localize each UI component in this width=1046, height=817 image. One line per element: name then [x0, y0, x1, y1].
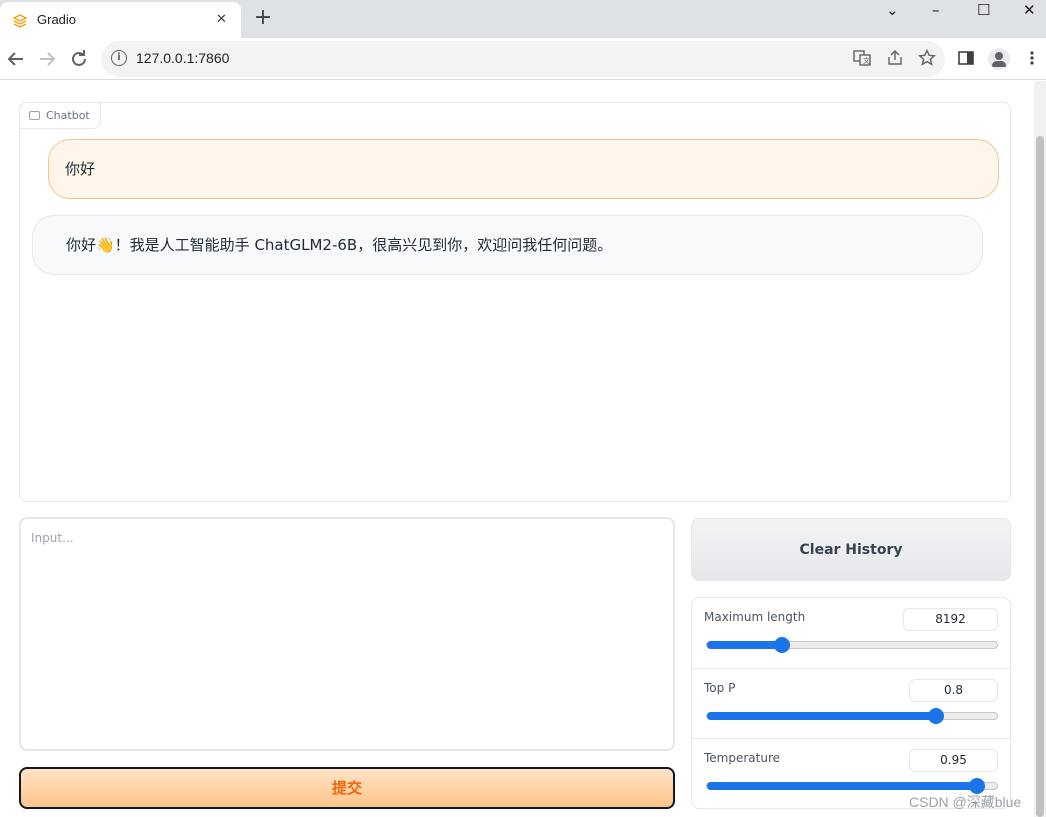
chatbot-label: Chatbot — [19, 102, 101, 129]
chatbot-panel: Chatbot 你好 你好👋！我是人工智能助手 ChatGLM2-6B，很高兴见… — [19, 102, 1011, 502]
scrollbar-thumb[interactable] — [1036, 136, 1044, 817]
url-text[interactable]: 127.0.0.1:7860 — [136, 50, 229, 66]
gradio-logo-icon — [13, 14, 27, 28]
address-bar: i 127.0.0.1:7860 文 — [0, 38, 1046, 80]
slider-row-max-length: Maximum length 8192 — [692, 598, 1010, 668]
tab-search-icon[interactable]: ⌄ — [886, 0, 899, 20]
browser-tab-bar: Gradio ✕ + ⌄ – ☐ ✕ — [0, 0, 1046, 38]
slider-row-top-p: Top P 0.8 — [692, 668, 1010, 738]
minimize-icon[interactable]: – — [932, 0, 940, 20]
chat-bubble-icon — [29, 111, 40, 120]
slider-label: Maximum length — [704, 610, 806, 624]
forward-arrow-icon[interactable] — [35, 47, 59, 71]
back-arrow-icon[interactable] — [4, 47, 28, 71]
page-scrollbar[interactable] — [1034, 81, 1046, 817]
parameter-panel: Maximum length 8192 Top P 0.8 Temperatur… — [691, 597, 1011, 809]
slider-label: Top P — [704, 681, 736, 695]
svg-text:文: 文 — [863, 56, 870, 65]
top-p-number-input[interactable]: 0.8 — [909, 679, 998, 702]
max-length-slider-track[interactable] — [706, 637, 998, 653]
clear-history-button[interactable]: Clear History — [691, 518, 1011, 581]
slider-fill — [707, 641, 783, 649]
new-tab-icon[interactable]: + — [252, 6, 274, 30]
user-message: 你好 — [48, 139, 999, 199]
chatbot-label-text: Chatbot — [46, 109, 90, 122]
info-icon[interactable]: i — [111, 50, 127, 66]
slider-fill — [707, 782, 977, 790]
top-p-slider-track[interactable] — [706, 708, 998, 724]
maximize-icon[interactable]: ☐ — [977, 0, 990, 20]
share-icon[interactable] — [885, 49, 905, 69]
browser-tab[interactable]: Gradio ✕ — [0, 2, 241, 38]
more-vert-icon[interactable] — [1022, 49, 1042, 69]
slider-fill — [707, 712, 937, 720]
input-box — [19, 517, 675, 751]
omnibox[interactable]: i 127.0.0.1:7860 文 — [101, 41, 945, 77]
temperature-number-input[interactable]: 0.95 — [909, 749, 998, 772]
profile-icon[interactable] — [988, 48, 1010, 70]
max-length-number-input[interactable]: 8192 — [903, 608, 998, 631]
submit-button[interactable]: 提交 — [19, 767, 675, 809]
translate-icon[interactable]: 文 — [852, 49, 872, 69]
slider-knob[interactable] — [928, 708, 945, 724]
reload-icon[interactable] — [67, 47, 91, 71]
tab-title: Gradio — [37, 12, 77, 27]
watermark: CSDN @深藏blue — [909, 794, 1022, 810]
slider-label: Temperature — [704, 751, 781, 765]
temperature-slider-track[interactable] — [706, 778, 998, 794]
star-icon[interactable] — [917, 48, 937, 69]
slider-knob[interactable] — [774, 637, 791, 653]
bot-message: 你好👋！我是人工智能助手 ChatGLM2-6B，很高兴见到你，欢迎问我任何问题… — [32, 215, 983, 275]
close-window-icon[interactable]: ✕ — [1023, 0, 1036, 20]
chat-input[interactable] — [21, 519, 673, 749]
tab-close-icon[interactable]: ✕ — [216, 12, 227, 27]
sidepanel-icon[interactable] — [956, 49, 976, 69]
